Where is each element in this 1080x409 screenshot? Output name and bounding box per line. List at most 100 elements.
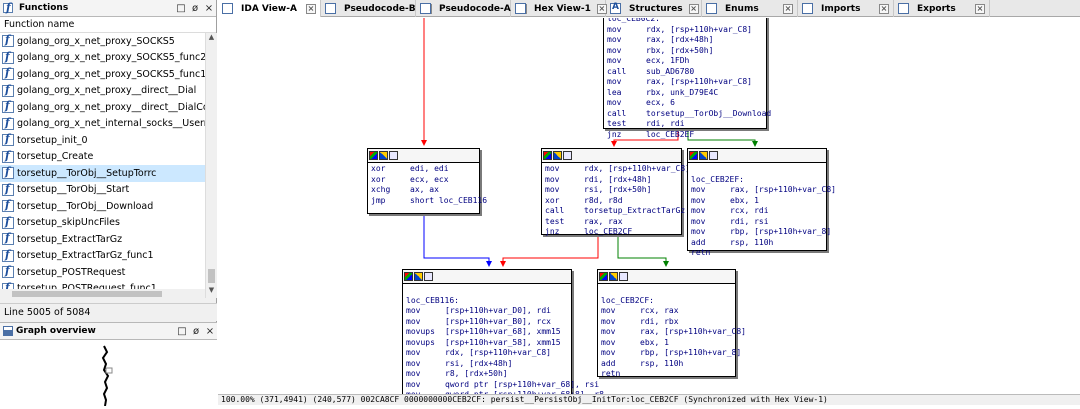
graph-node-loc-ceb116[interactable]: loc_CEB116: mov [rsp+110h+var_D0], rdi mov [… — [402, 269, 604, 394]
restore-icon[interactable]: □ — [175, 326, 189, 337]
node-label[interactable]: loc_CEB2EF: — [691, 175, 823, 186]
float-icon[interactable]: ø — [188, 3, 202, 14]
node-color-icon[interactable] — [599, 272, 608, 281]
node-header[interactable] — [688, 149, 826, 163]
asm-line[interactable]: mov rdi, rsi — [691, 217, 823, 228]
close-icon[interactable]: × — [202, 3, 216, 14]
asm-line[interactable]: xor edi, edi — [371, 164, 476, 175]
asm-line[interactable]: mov rdx, [rsp+110h+var_C8] — [406, 348, 568, 359]
function-list-item[interactable]: torsetup_ExtractTarGz — [0, 231, 205, 248]
asm-line[interactable]: mov qword ptr [rsp+110h+var_68], rsi — [406, 380, 599, 391]
asm-line[interactable]: mov ecx, 6 — [607, 98, 763, 109]
graph-node-middle[interactable]: mov rdx, [rsp+110h+var_C8] mov rdi, [rdx+48… — [541, 148, 690, 236]
node-header[interactable] — [542, 149, 681, 163]
tab-structures[interactable]: Structures × — [606, 0, 702, 17]
scroll-down-icon[interactable]: ▼ — [206, 286, 217, 298]
node-color-icon[interactable] — [404, 272, 413, 281]
node-edit-icon[interactable] — [553, 151, 562, 160]
node-header[interactable] — [403, 270, 571, 284]
node-header[interactable] — [598, 270, 735, 284]
close-tab-icon[interactable]: × — [975, 3, 985, 14]
asm-line[interactable]: xchg ax, ax — [371, 185, 476, 196]
node-group-icon[interactable] — [563, 151, 572, 160]
node-group-icon[interactable] — [424, 272, 433, 281]
function-list-item[interactable]: torsetup__TorObj__Download — [0, 198, 205, 215]
asm-line[interactable]: mov rdi, [rdx+48h] — [545, 175, 678, 186]
scroll-thumb[interactable] — [208, 269, 215, 283]
tab-enums[interactable]: Enums × — [702, 0, 798, 17]
function-list-item[interactable]: golang_org_x_net_proxy__direct__DialCont… — [0, 99, 205, 116]
asm-line[interactable]: mov [rsp+110h+var_B0], rcx — [406, 317, 568, 328]
asm-line[interactable]: mov ecx, 1FDh — [607, 56, 763, 67]
function-list-vscroll[interactable]: ▲ ▼ — [205, 33, 217, 298]
node-color-icon[interactable] — [689, 151, 698, 160]
asm-line[interactable]: mov ebx, 1 — [691, 196, 823, 207]
ida-graph-view[interactable]: loc_CEB0C2: mov rdx, [rsp+110h+var_C8] mov r… — [218, 18, 1080, 394]
asm-line[interactable]: mov rsi, [rdx+48h] — [406, 359, 568, 370]
asm-line[interactable]: xor ecx, ecx — [371, 175, 476, 186]
asm-line[interactable]: mov r8, [rdx+50h] — [406, 369, 568, 380]
asm-line[interactable]: jmp short loc_CEB116 — [371, 196, 487, 207]
node-edit-icon[interactable] — [414, 272, 423, 281]
graph-node-loc-ceb0c2[interactable]: loc_CEB0C2: mov rdx, [rsp+110h+var_C8] mov r… — [603, 18, 771, 139]
asm-line[interactable]: test rax, rax — [545, 217, 678, 228]
float-icon[interactable]: ø — [189, 326, 203, 337]
graph-overview-minimap[interactable] — [0, 340, 217, 407]
tab-ida-view-a[interactable]: IDA View-A × — [218, 0, 321, 17]
column-header-function-name[interactable]: Function name — [0, 17, 216, 33]
function-list-item[interactable]: torsetup_Create — [0, 149, 205, 166]
asm-line[interactable]: retn — [601, 369, 732, 380]
graph-node-left[interactable]: xor edi, edi xor ecx, ecx xchg ax, ax jmp short… — [367, 148, 487, 214]
asm-line[interactable]: test rdi, rdi — [607, 119, 763, 130]
asm-line[interactable]: mov rcx, rdi — [691, 206, 823, 217]
tab-imports[interactable]: Imports × — [798, 0, 894, 17]
function-list-item[interactable]: golang_org_x_net_proxy__direct__Dial — [0, 83, 205, 100]
function-list[interactable]: golang_org_x_net_proxy_SOCKS5 golang_org_… — [0, 33, 205, 298]
close-icon[interactable]: × — [203, 326, 217, 337]
asm-line[interactable]: mov rdx, [rsp+110h+var_C8] — [607, 25, 763, 36]
function-list-item[interactable]: golang_org_x_net_proxy_SOCKS5_func2 — [0, 50, 205, 67]
function-list-item[interactable]: torsetup__TorObj__Start — [0, 182, 205, 199]
asm-line[interactable]: jnz loc_CEB2EF — [607, 130, 763, 141]
asm-line[interactable]: mov rax, [rsp+110h+var_C8] — [601, 327, 746, 338]
function-list-item[interactable]: torsetup__TorObj__SetupTorrc — [0, 165, 205, 182]
asm-line[interactable]: mov rax, [rsp+110h+var_C8] — [607, 77, 763, 88]
asm-line[interactable]: mov rax, [rdx+48h] — [607, 35, 763, 46]
asm-line[interactable]: mov rsi, [rdx+50h] — [545, 185, 678, 196]
asm-line[interactable]: add rsp, 110h — [691, 238, 823, 249]
asm-line[interactable]: xor r8d, r8d — [545, 196, 678, 207]
asm-line[interactable]: mov rbp, [rsp+110h+var_8] — [691, 227, 831, 238]
node-edit-icon[interactable] — [699, 151, 708, 160]
asm-line[interactable]: lea rbx, unk_D79E4C — [607, 88, 763, 99]
asm-line[interactable]: mov rdi, rbx — [601, 317, 732, 328]
node-label[interactable]: loc_CEB2CF: — [601, 296, 732, 307]
tab-pseudocode-b[interactable]: Pseudocode-B× — [321, 0, 432, 17]
node-header[interactable] — [368, 149, 479, 163]
graph-node-loc-ceb2ef[interactable]: loc_CEB2EF: mov rax, [rsp+110h+var_C8] mov e… — [687, 148, 836, 257]
asm-line[interactable]: retn — [691, 248, 823, 259]
asm-line[interactable]: mov rcx, rax — [601, 306, 732, 317]
tab-hex-view-1[interactable]: Hex View-1 × — [511, 0, 607, 17]
node-label[interactable]: loc_CEB116: — [406, 296, 568, 307]
close-tab-icon[interactable]: × — [306, 3, 316, 14]
close-tab-icon[interactable]: × — [783, 3, 793, 14]
function-list-item[interactable]: golang_org_x_net_internal_socks__Usernam… — [0, 116, 205, 133]
asm-line[interactable]: mov rax, [rsp+110h+var_C8] — [691, 185, 836, 196]
asm-line[interactable]: add rsp, 110h — [601, 359, 732, 370]
scroll-up-icon[interactable]: ▲ — [206, 33, 217, 45]
function-list-item[interactable]: golang_org_x_net_proxy_SOCKS5 — [0, 33, 205, 50]
asm-line[interactable]: movups [rsp+110h+var_68], xmm15 — [406, 327, 568, 338]
node-edit-icon[interactable] — [379, 151, 388, 160]
node-color-icon[interactable] — [369, 151, 378, 160]
node-group-icon[interactable] — [389, 151, 398, 160]
function-list-item[interactable]: torsetup_ExtractTarGz_func1 — [0, 248, 205, 265]
asm-line[interactable]: mov rdx, [rsp+110h+var_C8] — [545, 164, 690, 175]
node-color-icon[interactable] — [543, 151, 552, 160]
asm-line[interactable]: movups [rsp+110h+var_58], xmm15 — [406, 338, 568, 349]
asm-line[interactable]: mov ebx, 1 — [601, 338, 732, 349]
asm-line[interactable]: call sub_AD6780 — [607, 67, 763, 78]
function-list-item[interactable]: torsetup_skipUncFiles — [0, 215, 205, 232]
graph-node-loc-ceb2cf[interactable]: loc_CEB2CF: mov rcx, rax mov rdi, rbx mov rax,… — [597, 269, 746, 380]
function-list-item[interactable]: torsetup_init_0 — [0, 132, 205, 149]
asm-line[interactable]: mov rbp, [rsp+110h+var_8] — [601, 348, 741, 359]
